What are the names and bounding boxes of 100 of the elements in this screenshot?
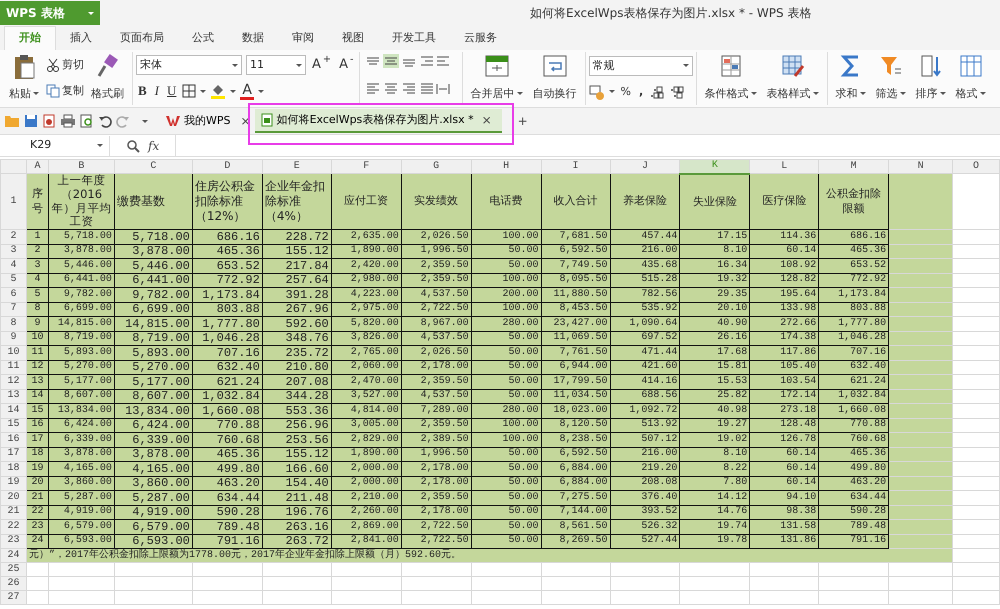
ribbon-tab[interactable]: 插入 xyxy=(56,26,106,50)
row-header[interactable]: 19 xyxy=(0,476,26,491)
close-tab-button[interactable]: × xyxy=(478,111,496,129)
column-header[interactable]: N xyxy=(888,160,952,174)
undo-icon[interactable] xyxy=(98,114,112,128)
column-header[interactable]: F xyxy=(331,160,402,174)
bold-button[interactable]: B xyxy=(136,81,149,101)
table-cell: 782.56 xyxy=(610,288,680,302)
column-header[interactable]: I xyxy=(541,160,610,174)
italic-button[interactable]: I xyxy=(152,81,162,101)
comma-button[interactable]: , xyxy=(636,84,646,100)
row-header[interactable]: 27 xyxy=(0,590,26,605)
sum-button[interactable]: 求和 xyxy=(834,86,868,102)
conditional-format-button[interactable]: 条件格式 xyxy=(702,86,759,102)
row-header[interactable]: 9 xyxy=(0,331,26,346)
row-header[interactable]: 12 xyxy=(0,374,26,390)
row-header[interactable]: 7 xyxy=(0,302,26,317)
table-cell: 131.58 xyxy=(750,520,819,534)
app-menu-button[interactable]: WPS 表格 xyxy=(0,1,100,25)
table-cell: 133.98 xyxy=(750,302,819,317)
font-name-dropdown[interactable]: 宋体 xyxy=(136,55,242,76)
name-box[interactable]: K29 xyxy=(0,136,110,156)
number-format-dropdown[interactable]: 常规 xyxy=(588,56,693,76)
row-header[interactable]: 3 xyxy=(0,244,26,259)
column-header[interactable]: J xyxy=(610,160,680,174)
cut-button[interactable]: 剪切 xyxy=(44,56,86,74)
table-cell: 4,537.50 xyxy=(401,389,472,404)
row-header[interactable]: 24 xyxy=(0,548,26,563)
row-header[interactable]: 14 xyxy=(0,404,26,418)
column-header[interactable]: O xyxy=(952,160,1000,174)
caret-icon[interactable] xyxy=(142,120,148,122)
row-header[interactable]: 15 xyxy=(0,418,26,433)
row-header[interactable]: 23 xyxy=(0,534,26,549)
row-header[interactable]: 10 xyxy=(0,346,26,360)
print-icon[interactable] xyxy=(60,114,76,128)
row-header[interactable]: 6 xyxy=(0,288,26,302)
copy-button[interactable]: 复制 xyxy=(44,82,86,100)
print-preview-icon[interactable] xyxy=(80,114,94,128)
row-header[interactable]: 5 xyxy=(0,273,26,288)
ribbon-tab[interactable]: 开发工具 xyxy=(378,26,450,50)
merge-center-button[interactable]: 合并居中 xyxy=(468,86,525,102)
ribbon-tab[interactable]: 公式 xyxy=(178,26,228,50)
column-header[interactable]: L xyxy=(750,160,819,174)
column-header[interactable]: C xyxy=(114,160,192,174)
row-header[interactable]: 25 xyxy=(0,562,26,577)
wrap-text-button[interactable]: 自动换行 xyxy=(530,86,579,102)
document-tab[interactable]: 我的WPS xyxy=(160,109,236,133)
table-cell: 11,880.50 xyxy=(541,288,610,302)
font-color-button[interactable]: A xyxy=(240,82,254,100)
table-cell: 632.40 xyxy=(192,360,262,375)
ribbon-tab[interactable]: 数据 xyxy=(228,26,278,50)
row-header[interactable]: 4 xyxy=(0,258,26,274)
paste-button[interactable]: 粘贴 xyxy=(7,86,41,102)
row-header[interactable]: 21 xyxy=(0,505,26,520)
font-size-dropdown[interactable]: 11 xyxy=(246,55,306,76)
row-header[interactable]: 8 xyxy=(0,316,26,332)
column-header[interactable]: M xyxy=(818,160,889,174)
row-header[interactable]: 2 xyxy=(0,230,26,244)
ribbon-tab[interactable]: 开始 xyxy=(4,26,56,50)
column-header[interactable]: B xyxy=(48,160,114,174)
row-header[interactable]: 13 xyxy=(0,389,26,404)
table-cell: 6,593.00 xyxy=(114,534,192,549)
table-cell: 513.92 xyxy=(610,418,680,433)
row-header[interactable]: 17 xyxy=(0,447,26,462)
export-icon[interactable] xyxy=(42,114,56,128)
function-label[interactable]: fx xyxy=(148,136,160,154)
ribbon-tab[interactable]: 云服务 xyxy=(450,26,511,50)
new-tab-button[interactable]: + xyxy=(514,112,532,130)
table-cell: 267.96 xyxy=(262,302,332,317)
row-header[interactable]: 22 xyxy=(0,520,26,534)
sort-button[interactable]: 排序 xyxy=(914,86,948,102)
row-header[interactable]: 1 xyxy=(0,174,26,230)
ribbon-tab[interactable]: 视图 xyxy=(328,26,378,50)
table-style-button[interactable]: 表格样式 xyxy=(764,86,821,102)
ribbon-tab[interactable]: 页面布局 xyxy=(106,26,178,50)
document-tab[interactable]: 如何将ExcelWps表格保存为图片.xlsx * × xyxy=(254,109,502,133)
ribbon-tab[interactable]: 审阅 xyxy=(278,26,328,50)
filter-button[interactable]: 筛选 xyxy=(874,86,908,102)
column-header[interactable]: H xyxy=(471,160,542,174)
row-header[interactable]: 11 xyxy=(0,360,26,375)
row-header[interactable]: 26 xyxy=(0,576,26,591)
format-button[interactable]: 格式 xyxy=(954,86,988,102)
row-header[interactable]: 18 xyxy=(0,462,26,476)
table-cell: 50.00 xyxy=(471,447,542,462)
row-header[interactable]: 16 xyxy=(0,432,26,448)
grow-font-button[interactable]: A$^{+}$ xyxy=(310,55,334,75)
save-icon[interactable] xyxy=(24,114,38,128)
underline-button[interactable]: U xyxy=(165,81,178,101)
table-cell: 211.48 xyxy=(262,490,332,506)
column-header[interactable]: A xyxy=(26,160,48,174)
table-cell: 131.86 xyxy=(750,534,819,549)
zoom-icon[interactable] xyxy=(126,138,140,152)
column-header[interactable]: D xyxy=(192,160,262,174)
column-header[interactable]: E xyxy=(262,160,332,174)
format-painter-button[interactable]: 格式刷 xyxy=(89,86,126,102)
percent-button[interactable]: % xyxy=(618,84,633,100)
column-header[interactable]: G xyxy=(401,160,472,174)
shrink-font-button[interactable]: A$^{-}$ xyxy=(337,55,356,75)
row-header[interactable]: 20 xyxy=(0,490,26,506)
table-cell: 391.28 xyxy=(262,288,332,302)
